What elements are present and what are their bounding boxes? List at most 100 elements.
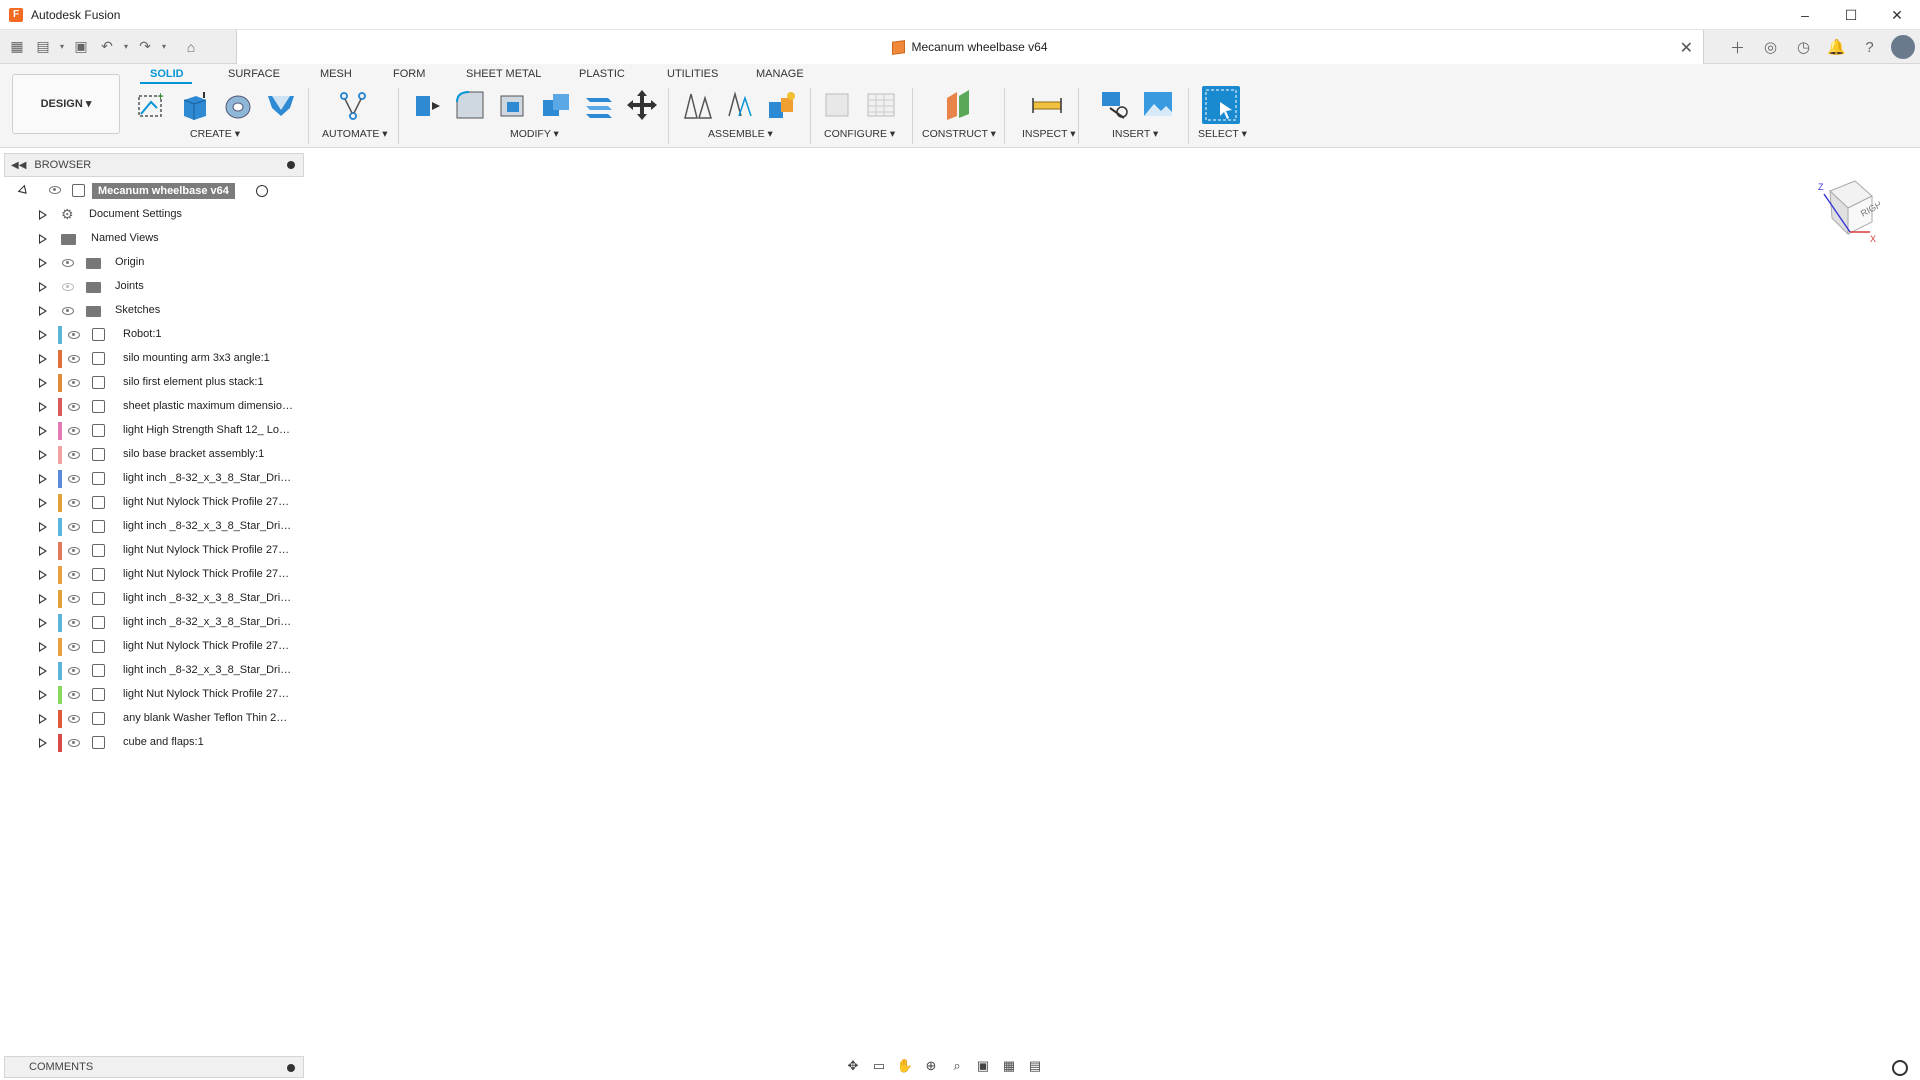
browser-item[interactable]: Origin: [0, 252, 300, 274]
expand-triangle-icon[interactable]: [39, 642, 47, 652]
create-menu[interactable]: CREATE ▾: [190, 128, 240, 140]
new-component-icon[interactable]: [681, 88, 715, 122]
browser-item[interactable]: light Nut Nylock Thick Profile 276-...: [0, 636, 300, 658]
comments-panel[interactable]: COMMENTS: [4, 1056, 304, 1078]
visibility-eye-icon[interactable]: [68, 355, 80, 363]
browser-item[interactable]: Robot:1: [0, 324, 300, 346]
insert-derive-icon[interactable]: [1098, 88, 1132, 122]
activate-radio-icon[interactable]: [256, 185, 268, 197]
maximize-button[interactable]: ☐: [1828, 0, 1874, 30]
feedback-icon[interactable]: [1892, 1060, 1908, 1076]
pan-icon[interactable]: ✋: [894, 1056, 916, 1076]
browser-item[interactable]: light inch _8-32_x_3_8_Star_Drive...: [0, 468, 300, 490]
add-comment-icon[interactable]: [287, 1064, 295, 1072]
new-tab-icon[interactable]: ＋: [1721, 30, 1754, 64]
browser-item[interactable]: cube and flaps:1: [0, 732, 300, 754]
visibility-eye-icon[interactable]: [68, 643, 80, 651]
expand-triangle-icon[interactable]: [39, 618, 47, 628]
expand-triangle-icon[interactable]: [39, 522, 47, 532]
fit-icon[interactable]: ⌕: [946, 1056, 968, 1076]
browser-item[interactable]: light Nut Nylock Thick Profile 276-...: [0, 492, 300, 514]
look-at-icon[interactable]: ▭: [868, 1056, 890, 1076]
zoom-icon[interactable]: ⊕: [920, 1056, 942, 1076]
browser-item[interactable]: light inch _8-32_x_3_8_Star_Drive...: [0, 612, 300, 634]
tab-manage[interactable]: MANAGE: [756, 68, 804, 80]
visibility-eye-icon[interactable]: [62, 259, 74, 267]
browser-item[interactable]: Sketches: [0, 300, 300, 322]
file-dropdown-icon[interactable]: ▾: [56, 34, 68, 60]
browser-item[interactable]: Joints: [0, 276, 300, 298]
expand-triangle-icon[interactable]: [39, 474, 47, 484]
assemble-menu[interactable]: ASSEMBLE ▾: [708, 128, 773, 140]
visibility-eye-icon[interactable]: [68, 403, 80, 411]
orange-sphere[interactable]: [908, 365, 944, 401]
visibility-eye-icon[interactable]: [68, 523, 80, 531]
browser-item[interactable]: silo first element plus stack:1: [0, 372, 300, 394]
automate-menu[interactable]: AUTOMATE ▾: [322, 128, 388, 140]
visibility-eye-icon[interactable]: [62, 283, 74, 291]
as-built-joint-icon[interactable]: [765, 88, 799, 122]
close-window-button[interactable]: ✕: [1874, 0, 1920, 30]
configure-table-icon[interactable]: [864, 88, 898, 122]
home-icon[interactable]: ⌂: [178, 34, 204, 60]
visibility-eye-icon[interactable]: [68, 691, 80, 699]
browser-item[interactable]: any blank Washer Teflon Thin 275...: [0, 708, 300, 730]
avatar[interactable]: [1891, 35, 1915, 59]
minimize-button[interactable]: –: [1782, 0, 1828, 30]
display-settings-icon[interactable]: ▣: [972, 1056, 994, 1076]
automate-icon[interactable]: [336, 88, 370, 122]
browser-item[interactable]: Named Views: [0, 228, 300, 250]
notifications-icon[interactable]: 🔔: [1820, 30, 1853, 64]
expand-triangle-icon[interactable]: [39, 282, 47, 292]
orbit-icon[interactable]: ✥: [842, 1056, 864, 1076]
expand-triangle-icon[interactable]: [39, 234, 47, 244]
tab-utilities[interactable]: UTILITIES: [667, 68, 718, 80]
browser-item[interactable]: silo base bracket assembly:1: [0, 444, 300, 466]
move-copy-icon[interactable]: [625, 88, 659, 122]
configure-icon[interactable]: [822, 88, 856, 122]
browser-item[interactable]: light High Strength Shaft 12_ Long...: [0, 420, 300, 442]
expand-triangle-icon[interactable]: [39, 354, 47, 364]
select-menu[interactable]: SELECT ▾: [1198, 128, 1247, 140]
visibility-eye-icon[interactable]: [68, 715, 80, 723]
browser-item[interactable]: light inch _8-32_x_3_8_Star_Drive...: [0, 660, 300, 682]
visibility-eye-icon[interactable]: [68, 427, 80, 435]
expand-triangle-icon[interactable]: [39, 378, 47, 388]
browser-item[interactable]: light Nut Nylock Thick Profile 276-...: [0, 564, 300, 586]
visibility-eye-icon[interactable]: [68, 667, 80, 675]
measure-icon[interactable]: [1030, 88, 1064, 122]
tab-form[interactable]: FORM: [393, 68, 425, 80]
expand-triangle-icon[interactable]: [39, 714, 47, 724]
visibility-eye-icon[interactable]: [62, 307, 74, 315]
undo-icon[interactable]: ↶: [94, 34, 120, 60]
visibility-eye-icon[interactable]: [68, 451, 80, 459]
offset-plane-icon[interactable]: [941, 88, 975, 122]
visibility-eye-icon[interactable]: [68, 379, 80, 387]
configure-menu[interactable]: CONFIGURE ▾: [824, 128, 895, 140]
pin-panel-icon[interactable]: [287, 161, 295, 169]
browser-item[interactable]: light Nut Nylock Thick Profile 276-...: [0, 684, 300, 706]
joint-icon[interactable]: [723, 88, 757, 122]
visibility-eye-icon[interactable]: [68, 595, 80, 603]
browser-item[interactable]: sheet plastic maximum dimensions...: [0, 396, 300, 418]
expand-triangle-icon[interactable]: [39, 594, 47, 604]
tab-plastic[interactable]: PLASTIC: [579, 68, 625, 80]
browser-item[interactable]: light Nut Nylock Thick Profile 276-...: [0, 540, 300, 562]
construct-menu[interactable]: CONSTRUCT ▾: [922, 128, 996, 140]
red-cube[interactable]: [1563, 296, 1638, 369]
expand-triangle-icon[interactable]: [39, 666, 47, 676]
shell-icon[interactable]: [496, 88, 530, 122]
offset-face-icon[interactable]: [582, 88, 616, 122]
expand-triangle-icon[interactable]: [39, 306, 47, 316]
revolve-icon[interactable]: [221, 88, 255, 122]
tab-solid[interactable]: SOLID: [150, 68, 184, 80]
visibility-eye-icon[interactable]: [68, 547, 80, 555]
extensions-icon[interactable]: ◎: [1754, 30, 1787, 64]
combine-icon[interactable]: [539, 88, 573, 122]
view-cube[interactable]: RIGHT Z X: [1810, 176, 1880, 246]
expand-triangle-icon[interactable]: [39, 426, 47, 436]
job-status-icon[interactable]: ◷: [1787, 30, 1820, 64]
save-icon[interactable]: ▣: [68, 34, 94, 60]
close-tab-button[interactable]: ✕: [1680, 38, 1693, 58]
press-pull-icon[interactable]: [410, 88, 444, 122]
